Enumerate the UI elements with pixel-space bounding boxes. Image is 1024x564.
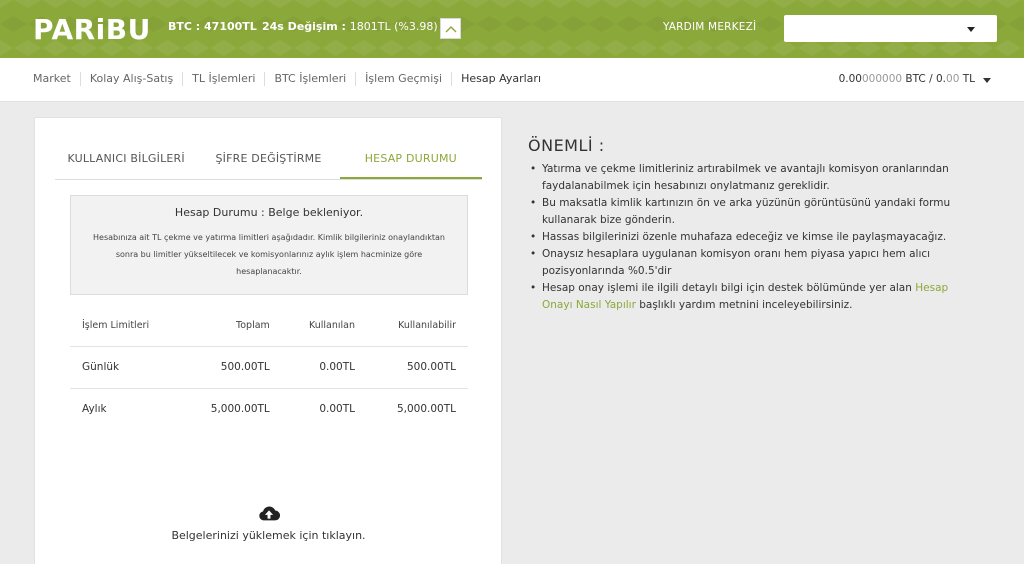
balance-btc-main: 0.00 bbox=[838, 73, 862, 85]
nav-item-market[interactable]: Market bbox=[33, 72, 80, 86]
limits-header-available: Kullanılabilir bbox=[398, 320, 456, 332]
daily-change-label: 24s Değişim : bbox=[262, 20, 350, 33]
balance-btc-unit: BTC / bbox=[902, 73, 936, 85]
list-item: Hesap onay işlemi ile ilgili detaylı bil… bbox=[528, 280, 978, 314]
balance-display[interactable]: 0.00000000 BTC / 0.00 TL bbox=[839, 73, 975, 85]
list-item: Yatırma ve çekme limitleriniz artırabilm… bbox=[528, 161, 978, 195]
cloud-upload-icon bbox=[258, 506, 280, 521]
limit-total: 5,000.00TL bbox=[180, 387, 282, 430]
limit-used: 0.00TL bbox=[281, 345, 367, 388]
help-center-link[interactable]: YARDIM MERKEZİ bbox=[663, 21, 756, 33]
table-row: Aylık 5,000.00TL 0.00TL 5,000.00TL bbox=[70, 387, 468, 430]
account-tabs: KULLANICI BİLGİLERİ ŞİFRE DEĞİŞTİRME HES… bbox=[55, 140, 482, 180]
limit-total: 500.00TL bbox=[180, 345, 282, 388]
limits-header-used: Kullanılan bbox=[308, 320, 355, 332]
limits-header-type: İşlem Limitleri bbox=[82, 320, 150, 332]
balance-btc-dim: 000000 bbox=[862, 73, 903, 85]
nav-item-history[interactable]: İşlem Geçmişi bbox=[355, 72, 451, 86]
upload-label: Belgelerinizi yüklemek için tıklayın. bbox=[171, 529, 366, 542]
header-select[interactable] bbox=[784, 15, 997, 42]
limits-header-total: Toplam bbox=[236, 320, 270, 332]
account-status-box: Hesap Durumu : Belge bekleniyor. Hesabın… bbox=[70, 195, 468, 295]
paribu-logo[interactable]: PARiBU bbox=[33, 13, 151, 46]
important-list: Yatırma ve çekme limitleriniz artırabilm… bbox=[528, 161, 978, 314]
top-bar: PARiBU BTC : 47100TL 24s Değişim : 1801T… bbox=[0, 0, 1024, 58]
balance-tl-unit: TL bbox=[959, 73, 975, 85]
list-item: Onaysız hesaplara uygulanan komisyon ora… bbox=[528, 246, 978, 280]
important-info: ÖNEMLİ : Yatırma ve çekme limitleriniz a… bbox=[528, 136, 978, 314]
limit-period: Aylık bbox=[70, 387, 181, 430]
list-item: Hassas bilgilerinizi özenle muhafaza ede… bbox=[528, 229, 978, 246]
balance-chevron-down-icon[interactable] bbox=[983, 78, 991, 83]
account-panel: KULLANICI BİLGİLERİ ŞİFRE DEĞİŞTİRME HES… bbox=[34, 117, 502, 564]
upload-documents-button[interactable]: Belgelerinizi yüklemek için tıklayın. bbox=[55, 505, 482, 542]
btc-price-label: BTC : 47100TL bbox=[168, 20, 257, 33]
nav-item-easy-trade[interactable]: Kolay Alış-Satış bbox=[79, 72, 182, 86]
nav-item-btc-transactions[interactable]: BTC İşlemleri bbox=[264, 72, 355, 86]
limits-header-row: İşlem Limitleri Toplam Kullanılan Kullan… bbox=[70, 306, 468, 346]
limit-available: 500.00TL bbox=[366, 345, 468, 388]
list-item-text-suffix: başlıklı yardım metnini inceleyebilirsin… bbox=[635, 299, 853, 311]
limit-period: Günlük bbox=[70, 345, 181, 388]
limit-used: 0.00TL bbox=[281, 387, 367, 430]
nav-list: Market Kolay Alış-Satış TL İşlemleri BTC… bbox=[33, 72, 550, 86]
limits-table: İşlem Limitleri Toplam Kullanılan Kullan… bbox=[70, 306, 468, 430]
list-item-text: Hesap onay işlemi ile ilgili detaylı bil… bbox=[542, 282, 916, 294]
account-status-description: Hesabınıza ait TL çekme ve yatırma limit… bbox=[93, 233, 445, 276]
tab-user-info[interactable]: KULLANICI BİLGİLERİ bbox=[55, 140, 197, 179]
sub-navigation: Market Kolay Alış-Satış TL İşlemleri BTC… bbox=[0, 58, 1024, 102]
account-status-title: Hesap Durumu : Belge bekleniyor. bbox=[174, 206, 364, 219]
chevron-down-icon bbox=[967, 27, 975, 32]
daily-change: 24s Değişim : 1801TL (%3.98) bbox=[262, 20, 438, 33]
chevron-up-icon bbox=[445, 25, 456, 32]
balance-tl-main: 0. bbox=[935, 73, 947, 85]
trend-up-button[interactable] bbox=[440, 18, 461, 39]
nav-item-account-settings[interactable]: Hesap Ayarları bbox=[451, 72, 550, 86]
tab-account-status[interactable]: HESAP DURUMU bbox=[339, 140, 482, 179]
list-item: Bu maksatla kimlik kartınızın ön ve arka… bbox=[528, 195, 978, 229]
nav-item-tl-transactions[interactable]: TL İşlemleri bbox=[182, 72, 264, 86]
balance-tl-dim: 00 bbox=[946, 73, 960, 85]
btc-price: BTC : 47100TL bbox=[168, 20, 257, 33]
daily-change-value: 1801TL (%3.98) bbox=[349, 20, 438, 33]
important-title: ÖNEMLİ : bbox=[528, 136, 605, 155]
tab-change-password[interactable]: ŞİFRE DEĞİŞTİRME bbox=[197, 140, 339, 179]
limit-available: 5,000.00TL bbox=[366, 387, 468, 430]
table-row: Günlük 500.00TL 0.00TL 500.00TL bbox=[70, 345, 468, 388]
